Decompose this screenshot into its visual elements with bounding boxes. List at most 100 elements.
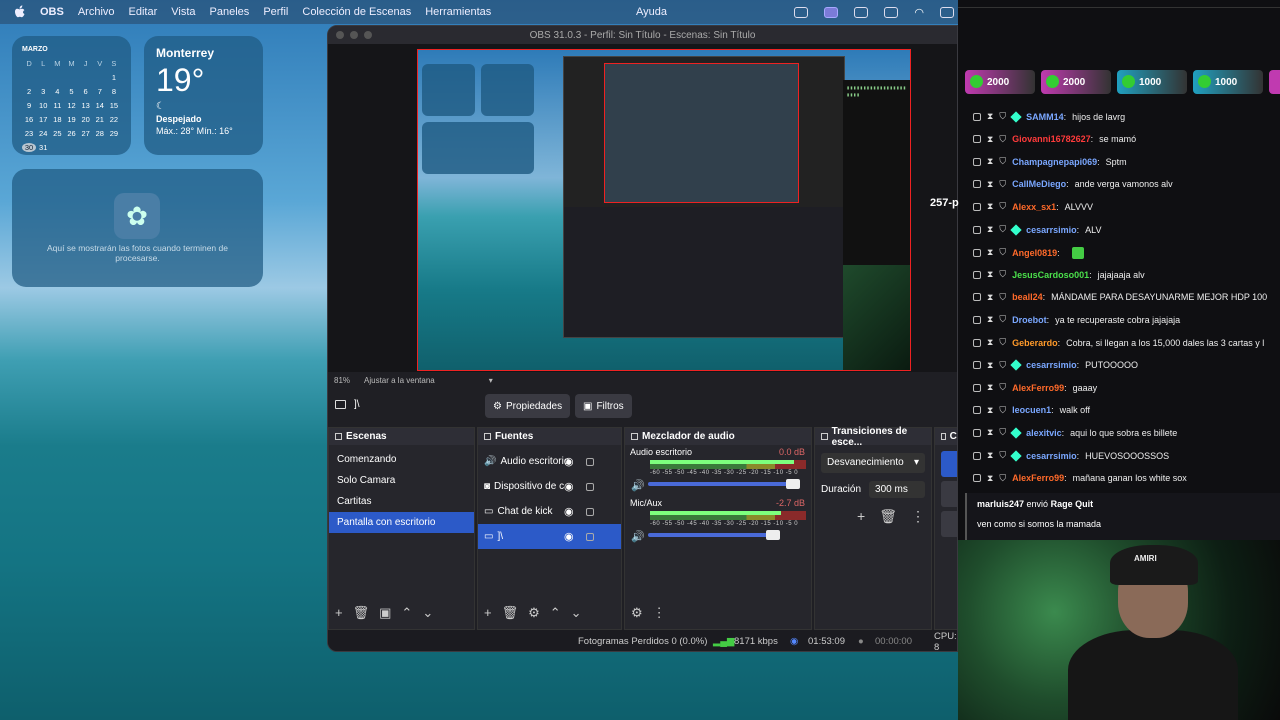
- chat-message[interactable]: ⧗ ⛉ Champagnepapi069: Sptm: [973, 156, 1127, 167]
- battery-icon[interactable]: [884, 6, 899, 18]
- transition-select[interactable]: Desvanecimiento ▾: [821, 453, 925, 473]
- chat-message[interactable]: ⧗ ⛉ Angel0819:: [973, 246, 1084, 259]
- calendar-widget[interactable]: MARZO D L M M J V S 1 2 3 4 5 6 7 8 9 10 11 12 13 14 15 16 17 18…: [12, 36, 131, 155]
- mixer-header[interactable]: Mezclador de audio: [625, 428, 811, 445]
- chat-username[interactable]: alexitvic: [1026, 428, 1062, 438]
- menu-item-paneles[interactable]: Paneles: [210, 6, 250, 18]
- gift-badge[interactable]: 2000: [1041, 70, 1111, 94]
- chat-username[interactable]: Geberardo: [1012, 338, 1058, 348]
- scene-item-selected[interactable]: Pantalla con escritorio: [329, 512, 474, 533]
- speaker-icon[interactable]: 🔊: [631, 479, 645, 492]
- gear-icon[interactable]: ⚙: [528, 605, 540, 621]
- chat-username[interactable]: Alexx_sx1: [1012, 202, 1056, 212]
- gift-badge[interactable]: 1000: [1117, 70, 1187, 94]
- trash-icon[interactable]: [973, 315, 981, 324]
- gift-badge[interactable]: 2000: [965, 70, 1035, 94]
- more-icon[interactable]: ⋮: [911, 508, 925, 525]
- source-item[interactable]: 🔊 Audio escritorio ◉: [478, 449, 621, 474]
- minimize-icon[interactable]: [350, 31, 358, 39]
- trash-icon[interactable]: [973, 270, 981, 279]
- chat-message[interactable]: ⧗ ⛉ CallMeDiego: ande verga vamonos alv: [973, 179, 1173, 190]
- chat-message[interactable]: ⧗ ⛉ Geberardo: Cobra, si llegan a los 15,00…: [973, 337, 1264, 348]
- timeout-icon[interactable]: ⧗: [987, 314, 993, 325]
- chat-message[interactable]: ⧗ ⛉ cesarrsimio: HUEVOSOOOSSOS: [973, 449, 1169, 462]
- chat-username[interactable]: Giovanni16782627: [1012, 134, 1091, 144]
- trash-icon[interactable]: [973, 293, 981, 302]
- chat-username[interactable]: JesusCardoso001: [1012, 270, 1089, 280]
- scene-item[interactable]: Solo Camara: [329, 470, 474, 491]
- settings-icon[interactable]: ⚙: [631, 605, 643, 621]
- eye-icon[interactable]: ◉: [564, 455, 574, 468]
- menu-item-perfil[interactable]: Perfil: [263, 6, 288, 18]
- menu-item-vista[interactable]: Vista: [171, 6, 195, 18]
- trash-icon[interactable]: [973, 248, 981, 257]
- trash-icon[interactable]: [973, 135, 981, 144]
- speaker-icon[interactable]: 🔊: [631, 530, 645, 543]
- timeout-icon[interactable]: ⧗: [987, 382, 993, 393]
- obs-preview[interactable]: ▮ ▮ ▮ ▮ ▮ ▮ ▮ ▮ ▮ ▮ ▮ ▮ ▮ ▮ ▮ ▮ ▮ ▮ ▮ ▮ …: [328, 44, 957, 372]
- timeout-icon[interactable]: ⧗: [987, 337, 993, 348]
- filter-icon[interactable]: ▣: [379, 605, 391, 621]
- volume-slider[interactable]: [648, 530, 780, 540]
- lock-icon[interactable]: [586, 507, 594, 516]
- transitions-header[interactable]: Transiciones de esce...: [815, 426, 931, 448]
- shield-icon[interactable]: [794, 6, 809, 18]
- menu-item-archivo[interactable]: Archivo: [78, 6, 115, 18]
- up-icon[interactable]: ⌃: [401, 605, 412, 621]
- obs-titlebar[interactable]: OBS 31.0.3 - Perfil: Sin Título - Escena…: [328, 26, 957, 44]
- add-icon[interactable]: +: [857, 508, 865, 525]
- timeout-icon[interactable]: ⧗: [987, 405, 993, 416]
- timeout-icon[interactable]: ⧗: [987, 473, 993, 484]
- menu-item-editar[interactable]: Editar: [129, 6, 158, 18]
- chat-message[interactable]: ⧗ ⛉ Alexx_sx1: ALVVV: [973, 201, 1093, 212]
- chat-message[interactable]: ⧗ ⛉ Droebot: ya te recuperaste cobra jajaja…: [973, 314, 1180, 325]
- trash-icon[interactable]: [973, 428, 981, 437]
- duration-input[interactable]: 300 ms: [869, 481, 925, 498]
- sources-header[interactable]: Fuentes: [478, 428, 621, 445]
- display-icon[interactable]: [824, 6, 839, 18]
- eye-icon[interactable]: ◉: [564, 505, 574, 518]
- stream-button[interactable]: [941, 451, 957, 477]
- trash-icon[interactable]: [973, 383, 981, 392]
- trash-icon[interactable]: [973, 202, 981, 211]
- apple-icon[interactable]: [14, 5, 28, 19]
- control-center-icon[interactable]: [940, 6, 954, 18]
- chevron-down-icon[interactable]: ▾: [489, 376, 493, 385]
- timeout-icon[interactable]: ⧗: [987, 179, 993, 190]
- scene-item[interactable]: Cartitas: [329, 491, 474, 512]
- menu-item-ayuda[interactable]: Ayuda: [636, 6, 667, 18]
- scenes-header[interactable]: Escenas: [329, 428, 474, 445]
- menu-item-herramientas[interactable]: Herramientas: [425, 6, 491, 18]
- chat-username[interactable]: cesarrsimio: [1026, 451, 1077, 461]
- chat-message[interactable]: ⧗ ⛉ AlexFerro99: gaaay: [973, 382, 1097, 393]
- volume-slider[interactable]: [648, 479, 800, 489]
- timeout-icon[interactable]: ⧗: [987, 360, 993, 371]
- slider-knob[interactable]: [786, 479, 800, 489]
- down-icon[interactable]: ⌄: [571, 605, 582, 621]
- trash-icon[interactable]: 🗑: [879, 508, 897, 525]
- chat-message[interactable]: ⧗ ⛉ alexitvic: aqui lo que sobra es billete: [973, 427, 1177, 439]
- eye-icon[interactable]: ◉: [564, 480, 574, 493]
- slider-knob[interactable]: [766, 530, 780, 540]
- trash-icon[interactable]: 🗑: [502, 605, 519, 621]
- timeout-icon[interactable]: ⧗: [987, 201, 993, 212]
- chat-username[interactable]: cesarrsimio: [1026, 225, 1077, 235]
- gift-badge[interactable]: 1000: [1193, 70, 1263, 94]
- lock-icon[interactable]: [586, 532, 594, 541]
- scene-item[interactable]: Comenzando: [329, 449, 474, 470]
- fit-select[interactable]: Ajustar a la ventana: [364, 376, 435, 385]
- trash-icon[interactable]: [973, 180, 981, 189]
- trash-icon[interactable]: [973, 157, 981, 166]
- trash-icon[interactable]: [973, 112, 981, 121]
- chat-username[interactable]: Droebot: [1012, 315, 1047, 325]
- lock-icon[interactable]: [586, 457, 594, 466]
- chat-message[interactable]: ⧗ ⛉ Giovanni16782627: se mamó: [973, 134, 1136, 145]
- zoom-level[interactable]: 81%: [334, 376, 350, 385]
- photos-widget[interactable]: ✿ Aquí se mostrarán las fotos cuando ter…: [12, 169, 263, 287]
- add-icon[interactable]: +: [335, 605, 343, 621]
- gift-badge-partial[interactable]: [1269, 70, 1280, 94]
- chat-message[interactable]: ⧗ ⛉ SAMM14: hijos de lavrg: [973, 110, 1125, 123]
- chat-message[interactable]: ⧗ ⛉ JesusCardoso001: jajajaaja alv: [973, 269, 1145, 280]
- chat-message[interactable]: ⧗ ⛉ AlexFerro99: mañana ganan los white sox: [973, 473, 1187, 484]
- weather-widget[interactable]: Monterrey 19° ☾ Despejado Máx.: 28° Mín.…: [144, 36, 263, 155]
